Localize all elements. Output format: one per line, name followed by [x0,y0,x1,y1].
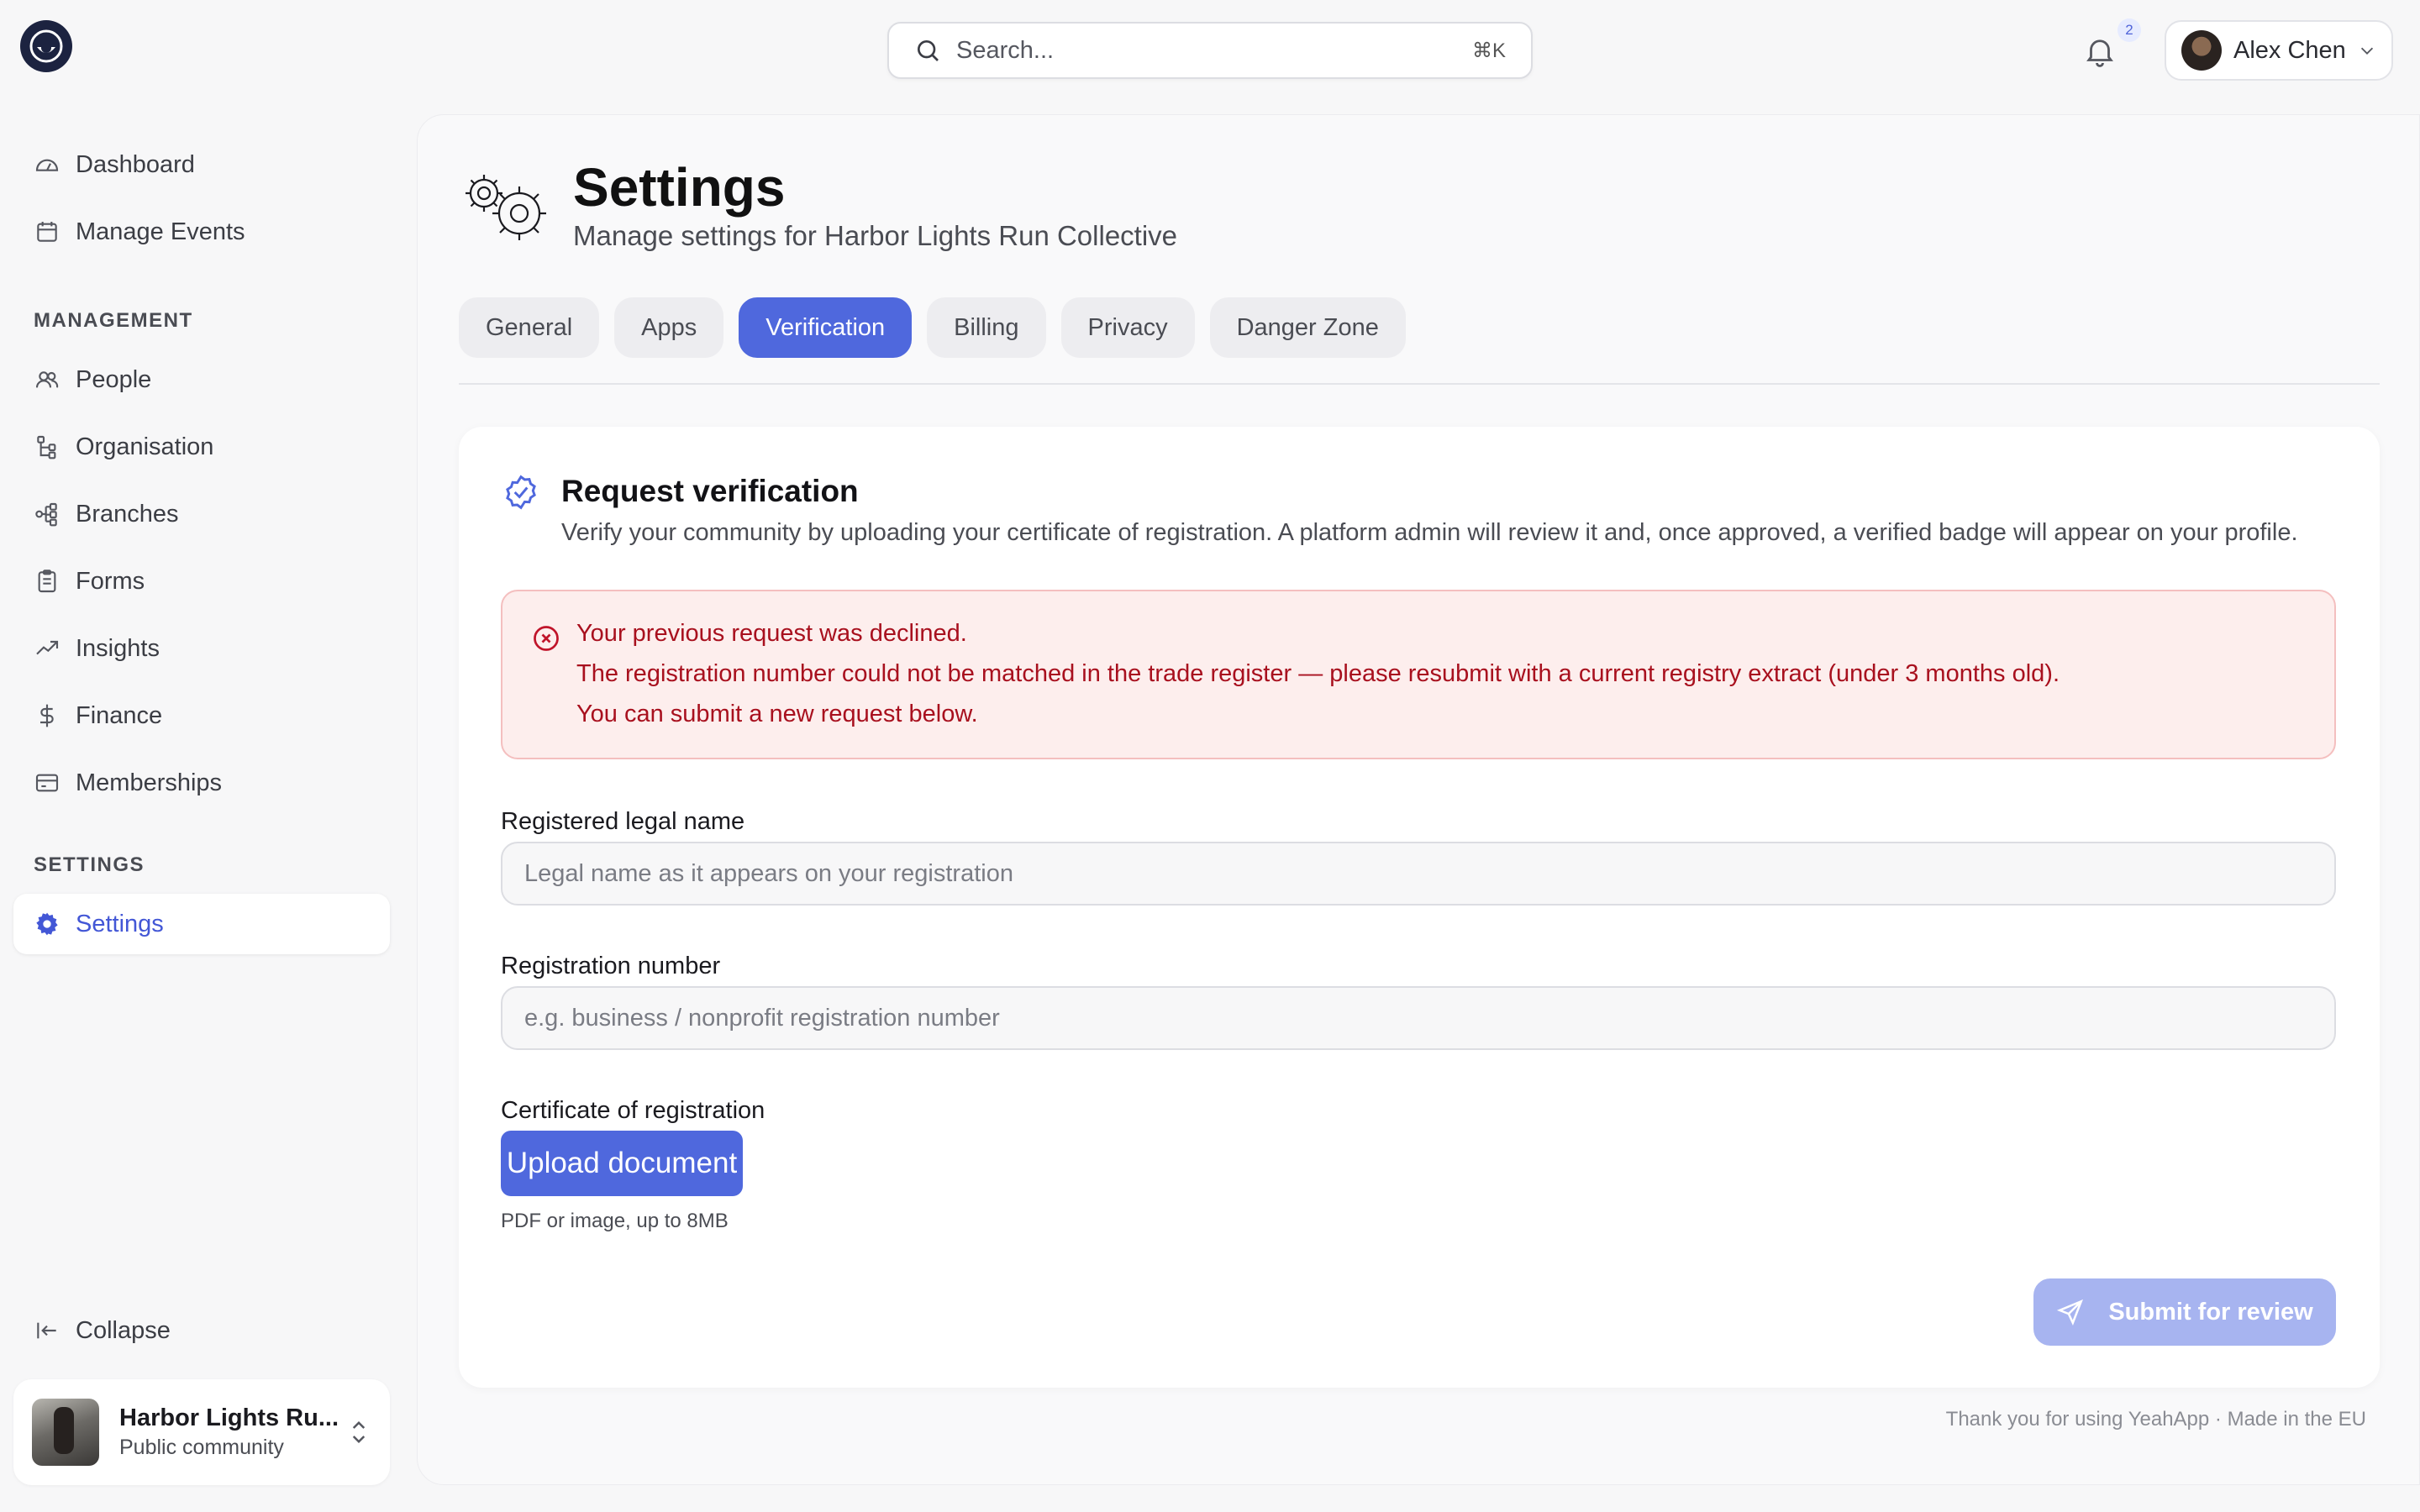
sidebar-item-insights[interactable]: Insights [13,618,390,679]
tab-privacy[interactable]: Privacy [1060,297,1195,358]
clipboard-icon [38,570,56,593]
sidebar-item-label: Dashboard [76,150,195,178]
community-name: Harbor Lights Ru... [119,1404,339,1431]
sidebar-item-settings[interactable]: Settings [13,894,390,954]
org-tree-icon [37,435,56,459]
submit-for-review-button[interactable]: Submit for review [2033,1278,2336,1346]
gears-illustration-icon [466,175,546,240]
sidebar-item-label: Branches [76,500,179,528]
sidebar-item-label: Memberships [76,769,223,796]
community-switcher[interactable]: Harbor Lights Ru... Public community [13,1379,390,1485]
eye-logo-icon [28,28,65,65]
verification-card [459,427,2380,1388]
app-logo[interactable] [20,20,72,72]
submit-label: Submit for review [2108,1298,2313,1326]
notification-badge: 2 [2118,18,2141,42]
legal-name-label: Registered legal name [501,808,745,835]
search-shortcut: ⌘K [1471,39,1506,62]
sidebar-item-label: Settings [76,910,164,937]
collapse-icon [37,1322,56,1339]
community-image [32,1399,99,1466]
collapse-sidebar-button[interactable]: Collapse [13,1300,390,1361]
card-title: Request verification [561,474,859,508]
people-icon [35,371,59,388]
user-name: Alex Chen [2233,36,2346,64]
bell-icon[interactable] [2082,34,2118,69]
search-placeholder: Search... [956,36,1055,64]
sidebar-item-manage-events[interactable]: Manage Events [13,202,390,262]
sidebar-item-finance[interactable]: Finance [13,685,390,746]
sidebar-item-branches[interactable]: Branches [13,484,390,544]
sidebar-item-label: Manage Events [76,218,245,245]
dollar-icon [40,704,54,727]
search-icon [918,40,939,61]
alert-heading: Your previous request was declined. [576,620,967,647]
upload-hint: PDF or image, up to 8MB [501,1210,729,1232]
alert-reason: The registration number could not be mat… [576,660,2060,687]
certificate-label: Certificate of registration [501,1097,765,1124]
calendar-icon [37,222,57,242]
tab-general[interactable]: General [459,297,600,358]
upload-document-button[interactable]: Upload document [501,1131,743,1196]
sidebar-item-people[interactable]: People [13,349,390,410]
card-icon [35,774,59,792]
page-title: Settings [573,157,786,218]
sidebar-item-label: Insights [76,634,160,662]
community-type: Public community [119,1436,284,1459]
sidebar-item-label: People [76,365,152,393]
alert-instruction: You can submit a new request below. [576,701,978,727]
tab-apps[interactable]: Apps [614,297,724,358]
trend-up-icon [36,640,59,655]
legal-name-input[interactable] [501,842,2336,906]
registration-number-input[interactable] [501,986,2336,1050]
page-subtitle: Manage settings for Harbor Lights Run Co… [573,220,1178,251]
card-description: Verify your community by uploading your … [561,519,2298,546]
sidebar-item-organisation[interactable]: Organisation [13,417,390,477]
sidebar-item-dashboard[interactable]: Dashboard [13,134,390,195]
chevron-up-down-icon [352,1420,366,1444]
user-menu-button[interactable]: Alex Chen [2165,20,2393,81]
avatar [2181,30,2222,71]
chevron-down-icon [2360,47,2374,55]
footer-text: Thank you for using YeahApp · Made in th… [1945,1408,2366,1431]
sidebar-section-settings: SETTINGS [34,853,145,876]
branches-icon [35,502,57,527]
search-bar[interactable]: Search... ⌘K [887,22,1533,79]
sidebar-item-forms[interactable]: Forms [13,551,390,612]
sidebar-item-label: Finance [76,701,163,729]
tab-billing[interactable]: Billing [927,297,1046,358]
registration-number-label: Registration number [501,953,721,979]
collapse-label: Collapse [76,1316,171,1344]
sidebar-item-label: Organisation [76,433,214,460]
sidebar-section-management: MANAGEMENT [34,309,193,332]
gauge-icon [35,159,59,171]
sidebar-item-memberships[interactable]: Memberships [13,753,390,813]
verified-badge-icon [506,475,536,510]
tab-danger-zone[interactable]: Danger Zone [1209,297,1406,358]
settings-tabs: General Apps Verification Billing Privac… [459,297,1406,358]
sidebar-item-label: Forms [76,567,145,595]
tab-verification[interactable]: Verification [739,297,913,358]
x-circle-icon [534,626,559,651]
gear-icon [36,912,58,936]
divider [459,383,2380,385]
send-icon [2057,1299,2084,1326]
